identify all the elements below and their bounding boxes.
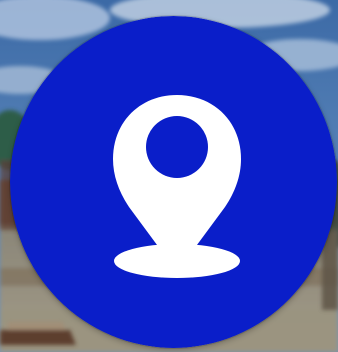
location-pin-icon [10, 16, 337, 348]
pin-hole [146, 116, 208, 178]
location-badge[interactable] [10, 16, 337, 348]
app-icon-screen [0, 0, 338, 352]
